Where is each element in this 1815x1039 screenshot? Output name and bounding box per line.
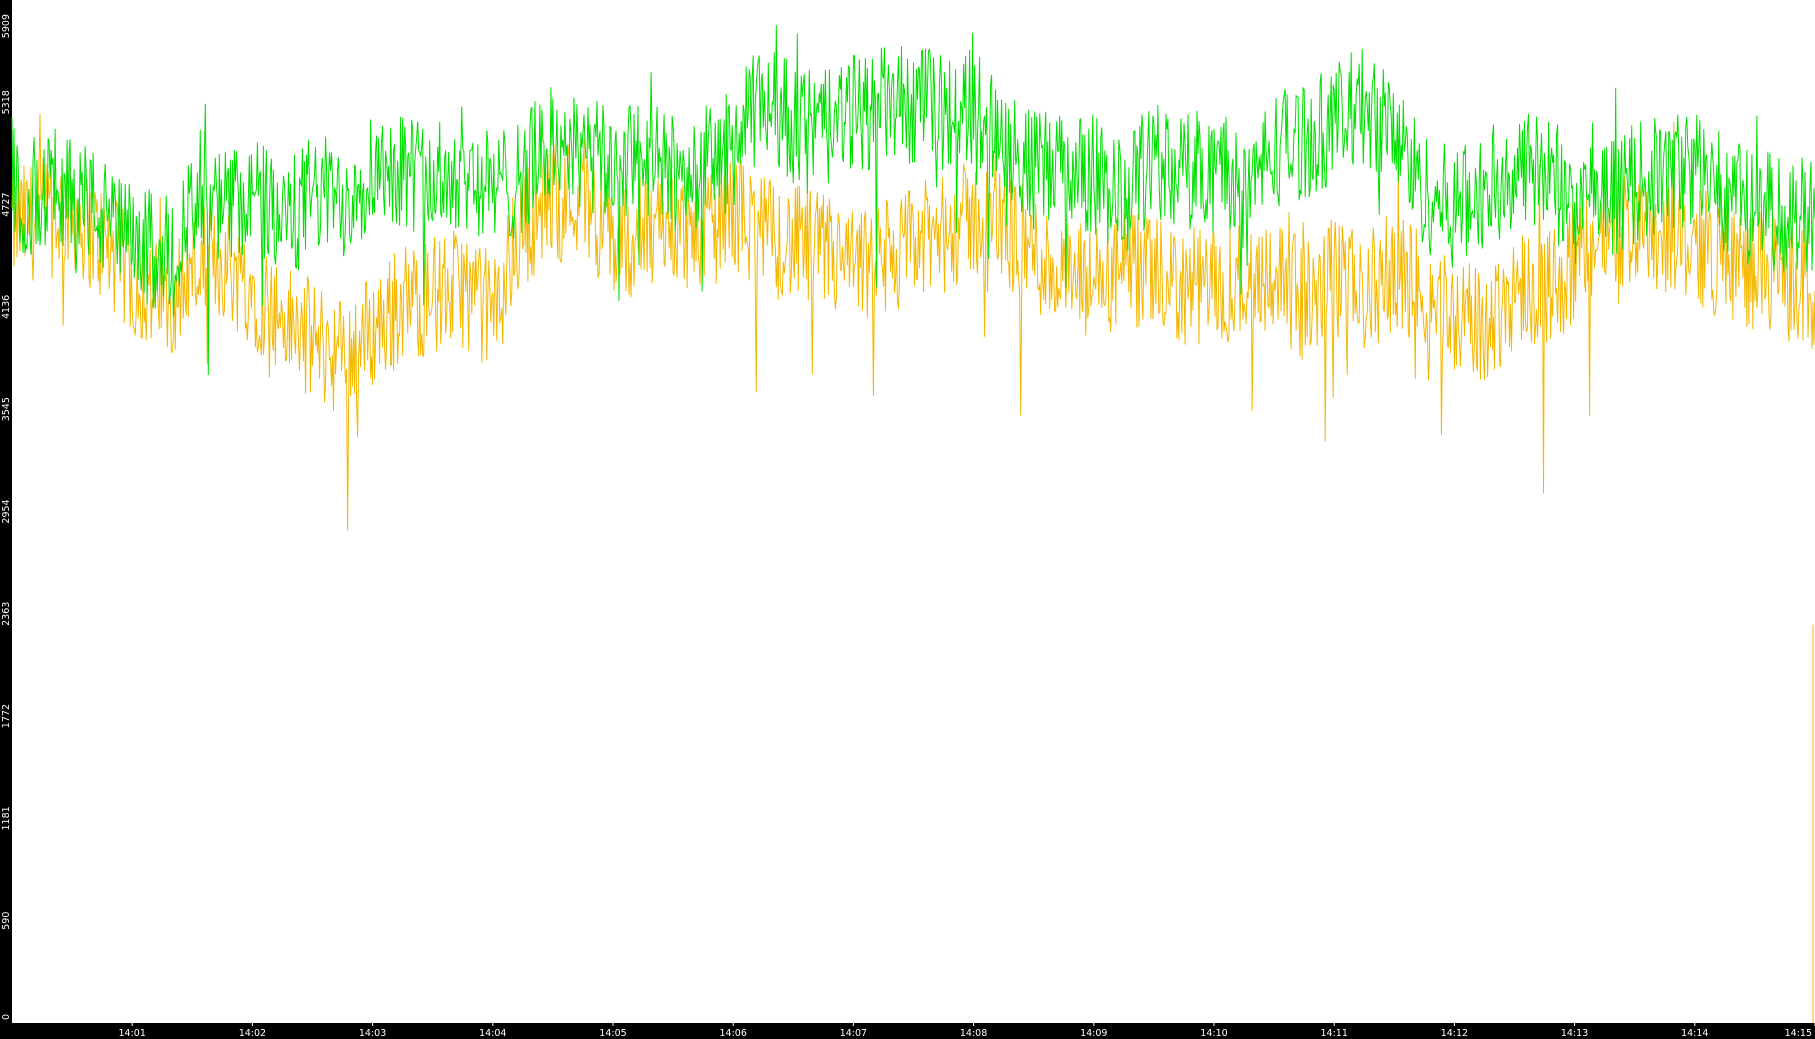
x-tick-label: 14:05: [599, 1028, 626, 1039]
x-tick-label: 14:09: [1080, 1028, 1107, 1039]
x-tick-label: 14:11: [1321, 1028, 1348, 1039]
line-chart: 0 590 1181 1772 2363 2954 3545 4136 4727 5318 5909…: [1, 0, 1815, 1039]
x-tick-label: 14:07: [840, 1028, 867, 1039]
y-tick-label: 2363: [1, 602, 12, 626]
y-tick-label: 3545: [1, 397, 12, 421]
x-tick-label: 14:02: [239, 1028, 266, 1039]
y-tick-label: 4727: [1, 193, 12, 217]
x-tick-label: 14:03: [359, 1028, 386, 1039]
x-tick-label: 14:10: [1200, 1028, 1227, 1039]
y-tick-label: 1181: [1, 806, 12, 830]
y-tick-label: 1772: [1, 704, 12, 728]
x-tick-label: 14:14: [1681, 1028, 1708, 1039]
y-tick-label: 5318: [1, 90, 12, 114]
x-tick-label: 14:15: [1785, 1028, 1812, 1039]
y-tick-label: 2954: [1, 499, 12, 523]
x-tick-label: 14:08: [960, 1028, 987, 1039]
x-tick-label: 14:01: [119, 1028, 146, 1039]
chart-window: 0 590 1181 1772 2363 2954 3545 4136 4727 5318 5909…: [0, 0, 1815, 1039]
x-tick-label: 14:13: [1561, 1028, 1588, 1039]
y-tick-label: 590: [1, 912, 12, 930]
y-tick-label: 0: [1, 1014, 12, 1020]
x-axis: 14:01 14:02 14:03 14:04 14:05 14:06 14:07 14:08…: [119, 1023, 1815, 1039]
y-axis: 0 590 1181 1772 2363 2954 3545 4136 4727 5318 5909: [1, 14, 12, 1020]
x-tick-label: 14:06: [720, 1028, 747, 1039]
x-tick-label: 14:12: [1441, 1028, 1468, 1039]
y-tick-label: 5909: [1, 14, 12, 38]
x-tick-label: 14:04: [479, 1028, 506, 1039]
y-tick-label: 4136: [1, 295, 12, 319]
